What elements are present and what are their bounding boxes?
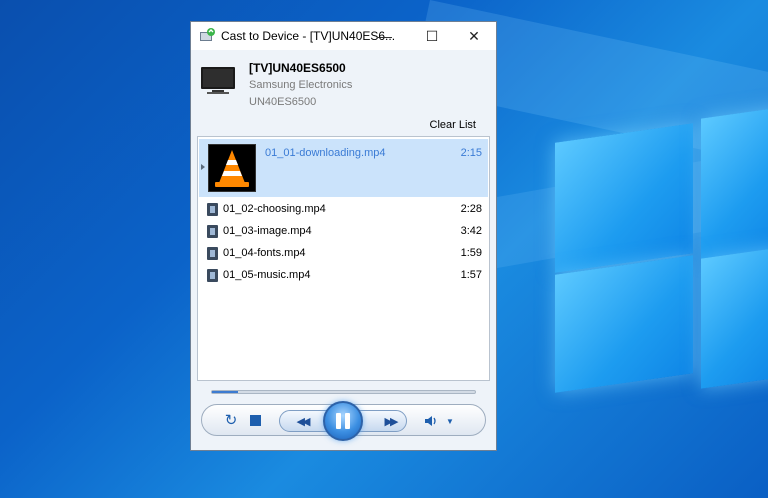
pause-icon [336,413,341,429]
title-bar[interactable]: Cast to Device - [TV]UN40ES6... — ☐ ✕ [191,22,496,50]
device-manufacturer: Samsung Electronics [249,79,353,91]
playlist-item-duration: 1:57 [460,269,482,281]
minimize-button[interactable]: — [364,22,406,50]
video-thumbnail [208,144,256,192]
maximize-button[interactable]: ☐ [411,22,453,50]
playback-controls: ↻ ◀◀ ▶▶ ▼ [201,401,486,441]
playlist-item-name: 01_03-image.mp4 [223,225,312,237]
playlist-item[interactable]: 01_04-fonts.mp4 1:59 [199,243,488,265]
clear-list-link[interactable]: Clear List [430,119,476,131]
playlist-item-duration: 2:28 [460,203,482,215]
video-file-icon [207,269,218,282]
playlist-item-name: 01_01-downloading.mp4 [265,147,386,159]
windows-logo-pane [555,255,693,393]
video-file-icon [207,225,218,238]
tv-icon [200,66,236,96]
next-track-button[interactable]: ▶▶ [379,414,401,428]
cast-app-icon [199,28,215,44]
windows-logo-pane [701,247,768,389]
device-model: UN40ES6500 [249,96,317,108]
seek-bar[interactable] [211,390,476,394]
playlist: 01_01-downloading.mp4 2:15 01_02-choosin… [197,136,490,381]
stop-button[interactable] [250,415,261,426]
windows-logo [555,105,768,405]
cast-to-device-window: Cast to Device - [TV]UN40ES6... — ☐ ✕ [T… [190,21,497,451]
playlist-item-name: 01_02-choosing.mp4 [223,203,326,215]
volume-dropdown-icon[interactable]: ▼ [446,417,454,426]
playlist-item-duration: 3:42 [460,225,482,237]
repeat-icon[interactable]: ↻ [223,412,239,429]
video-file-icon [207,247,218,260]
now-playing-icon [201,164,205,170]
pause-button[interactable] [323,401,363,441]
previous-track-button[interactable]: ◀◀ [291,414,313,428]
seek-bar-progress [212,391,239,393]
playlist-item[interactable]: 01_02-choosing.mp4 2:28 [199,199,488,221]
device-name: [TV]UN40ES6500 [249,61,346,75]
volume-icon[interactable] [424,413,438,429]
playlist-item[interactable]: 01_05-music.mp4 1:57 [199,265,488,287]
windows-logo-pane [701,107,768,259]
playlist-item[interactable]: 01_03-image.mp4 3:42 [199,221,488,243]
playlist-item-duration: 1:59 [460,247,482,259]
playlist-item-name: 01_04-fonts.mp4 [223,247,306,259]
device-header: [TV]UN40ES6500 Samsung Electronics UN40E… [191,50,496,114]
video-file-icon [207,203,218,216]
windows-logo-pane [555,123,693,273]
playlist-item-duration: 2:15 [460,147,482,159]
pause-icon [345,413,350,429]
close-button[interactable]: ✕ [453,22,495,50]
playlist-item-name: 01_05-music.mp4 [223,269,311,281]
playlist-item-active[interactable]: 01_01-downloading.mp4 2:15 [199,139,488,197]
